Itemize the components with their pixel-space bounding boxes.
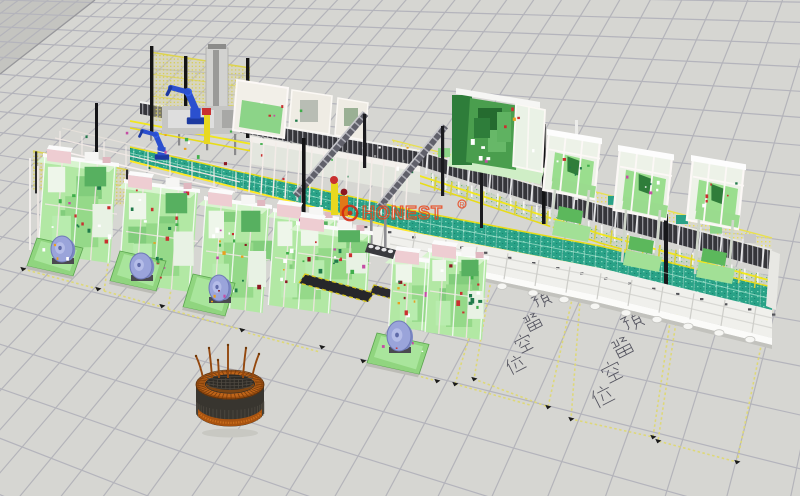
- svg-text:R: R: [459, 202, 464, 209]
- svg-text:HONEST: HONEST: [362, 203, 443, 223]
